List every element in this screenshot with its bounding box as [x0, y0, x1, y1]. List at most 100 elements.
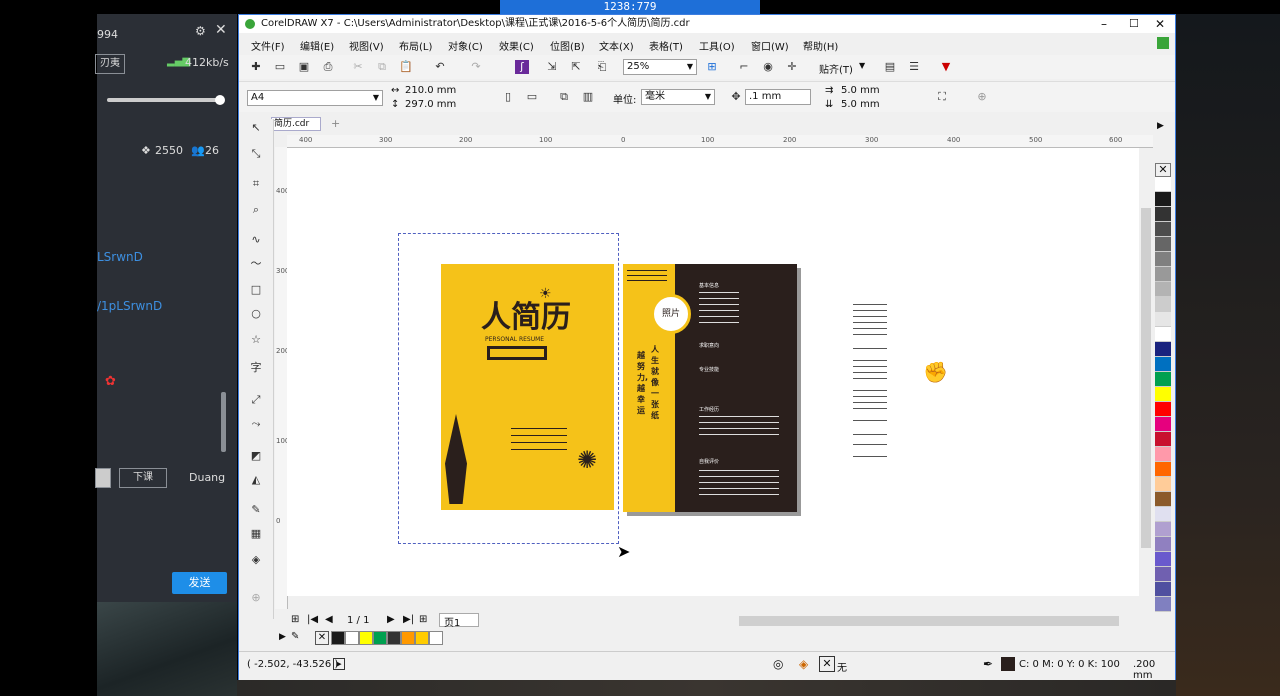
- save-icon[interactable]: ▣: [297, 60, 311, 74]
- palette-swatch[interactable]: [1155, 567, 1171, 582]
- menu-effects[interactable]: 效果(C): [499, 38, 534, 53]
- palette-swatch[interactable]: [1155, 222, 1171, 237]
- menu-file[interactable]: 文件(F): [251, 38, 285, 53]
- add-page-before-icon[interactable]: ⊞: [291, 614, 299, 625]
- copy-icon[interactable]: ⧉: [375, 60, 389, 74]
- resume-cover[interactable]: 人简历 PERSONAL RESUME ☀ ✺: [441, 264, 614, 510]
- duplicate-x[interactable]: 5.0 mm: [841, 85, 880, 96]
- full-screen-icon[interactable]: ⊞: [705, 60, 719, 74]
- document-swatch[interactable]: [401, 631, 415, 645]
- document-swatch[interactable]: [373, 631, 387, 645]
- ellipse-tool-icon[interactable]: ○: [249, 307, 263, 321]
- document-swatch[interactable]: [387, 631, 401, 645]
- palette-swatch[interactable]: [1155, 432, 1171, 447]
- add-page-icon[interactable]: ⊕: [975, 90, 989, 104]
- portrait-icon[interactable]: ▯: [501, 90, 515, 104]
- export-icon[interactable]: ⇱: [569, 60, 583, 74]
- document-swatch[interactable]: [345, 631, 359, 645]
- redo-icon[interactable]: ↷: [469, 60, 483, 74]
- palette-swatch[interactable]: [1155, 177, 1171, 192]
- menu-edit[interactable]: 编辑(E): [300, 38, 334, 53]
- page-width[interactable]: 210.0 mm: [405, 85, 456, 96]
- new-icon[interactable]: ✚: [249, 60, 263, 74]
- paste-icon[interactable]: 📋: [399, 60, 413, 74]
- gear-icon[interactable]: ⚙: [195, 24, 206, 38]
- document-swatch[interactable]: [331, 631, 345, 645]
- cut-icon[interactable]: ✂: [351, 60, 365, 74]
- polygon-tool-icon[interactable]: ☆: [249, 333, 263, 347]
- interactive-fill-icon[interactable]: ▦: [249, 527, 263, 541]
- horizontal-scrollbar[interactable]: [729, 614, 1149, 628]
- first-page-icon[interactable]: |◀: [307, 614, 318, 625]
- palette-swatch[interactable]: [1155, 252, 1171, 267]
- zoom-tool-icon[interactable]: ⌕: [249, 203, 263, 217]
- document-swatch[interactable]: [415, 631, 429, 645]
- page-tab[interactable]: 页1: [439, 613, 479, 629]
- unit-select[interactable]: 毫米 ▼: [641, 89, 715, 105]
- send-button[interactable]: 发送: [172, 572, 227, 594]
- left-button[interactable]: 刃夷: [95, 54, 125, 74]
- chat-scrollbar[interactable]: [221, 392, 226, 452]
- palette-swatch[interactable]: [1155, 552, 1171, 567]
- palette-swatch[interactable]: [1155, 537, 1171, 552]
- maximize-button[interactable]: ☐: [1129, 15, 1139, 33]
- corel-connect-icon[interactable]: ʃ: [515, 60, 529, 74]
- last-page-icon[interactable]: ▶|: [403, 614, 414, 625]
- text-tool-icon[interactable]: 字: [249, 361, 263, 375]
- menu-tools[interactable]: 工具(O): [699, 38, 735, 53]
- parallel-dimension-icon[interactable]: ⤢: [249, 393, 263, 407]
- class-end-button[interactable]: 下课: [119, 468, 167, 488]
- color-proof-icon[interactable]: ◎: [773, 657, 783, 671]
- palette-swatch[interactable]: [1155, 477, 1171, 492]
- drop-shadow-icon[interactable]: ◩: [249, 449, 263, 463]
- nudge-input[interactable]: .1 mm: [745, 89, 811, 105]
- eyedropper-icon[interactable]: ✎: [249, 503, 263, 517]
- loose-text-lines[interactable]: [853, 304, 887, 305]
- palette-swatch[interactable]: [1155, 387, 1171, 402]
- horizontal-scroll-thumb[interactable]: [739, 616, 1119, 626]
- landscape-icon[interactable]: ▭: [525, 90, 539, 104]
- palette-swatch[interactable]: [1155, 492, 1171, 507]
- minimize-button[interactable]: –: [1101, 15, 1107, 33]
- drawing-canvas[interactable]: 人简历 PERSONAL RESUME ☀ ✺ 照片 人生就像一张纸 越努力,越…: [287, 148, 1139, 596]
- menu-table[interactable]: 表格(T): [649, 38, 683, 53]
- document-tab[interactable]: 简历.cdr: [271, 117, 321, 131]
- duplicate-y[interactable]: 5.0 mm: [841, 99, 880, 110]
- rectangle-tool-icon[interactable]: □: [249, 283, 263, 297]
- treat-as-filled-icon[interactable]: ⛶: [935, 90, 949, 104]
- eyedropper-icon[interactable]: ✎: [291, 631, 299, 642]
- next-page-icon[interactable]: ▶: [387, 614, 395, 625]
- add-page-after-icon[interactable]: ⊞: [419, 614, 427, 625]
- volume-slider-handle[interactable]: [215, 95, 225, 105]
- palette-swatch[interactable]: [1155, 417, 1171, 432]
- palette-swatch[interactable]: [1155, 522, 1171, 537]
- chat-link-2[interactable]: /1pLSrwnD: [97, 299, 162, 313]
- add-tool-icon[interactable]: ⊕: [249, 591, 263, 605]
- palette-swatch[interactable]: [1155, 237, 1171, 252]
- all-pages-icon[interactable]: ⧉: [557, 90, 571, 104]
- palette-swatch[interactable]: [1155, 357, 1171, 372]
- show-guidelines-icon[interactable]: ✛: [785, 60, 799, 74]
- palette-swatch[interactable]: [1155, 597, 1171, 612]
- crop-tool-icon[interactable]: ⌗: [249, 177, 263, 191]
- options-icon[interactable]: ▤: [883, 60, 897, 74]
- palette-arrow-icon[interactable]: ▶: [279, 632, 286, 642]
- snap-to-menu[interactable]: 贴齐(T): [819, 61, 853, 76]
- menu-bitmap[interactable]: 位图(B): [550, 38, 585, 53]
- vertical-scroll-thumb[interactable]: [1141, 208, 1151, 548]
- connector-tool-icon[interactable]: ⤳: [249, 417, 263, 431]
- pick-tool-icon[interactable]: ↖: [249, 121, 263, 135]
- close-icon[interactable]: ✕: [215, 22, 227, 38]
- palette-swatch[interactable]: [1155, 507, 1171, 522]
- fist-graphic[interactable]: ✊: [923, 360, 948, 384]
- print-icon[interactable]: ⎙: [321, 60, 335, 74]
- undo-icon[interactable]: ↶: [433, 60, 447, 74]
- publish-pdf-icon[interactable]: ⎗: [595, 60, 609, 74]
- menu-object[interactable]: 对象(C): [448, 38, 483, 53]
- new-tab-icon[interactable]: +: [331, 117, 345, 131]
- zoom-select[interactable]: 25% ▼: [623, 59, 697, 75]
- vertical-scrollbar[interactable]: [1139, 148, 1153, 596]
- no-color-swatch[interactable]: ✕: [1155, 163, 1171, 177]
- palette-swatch[interactable]: [1155, 447, 1171, 462]
- input-button[interactable]: [95, 468, 111, 488]
